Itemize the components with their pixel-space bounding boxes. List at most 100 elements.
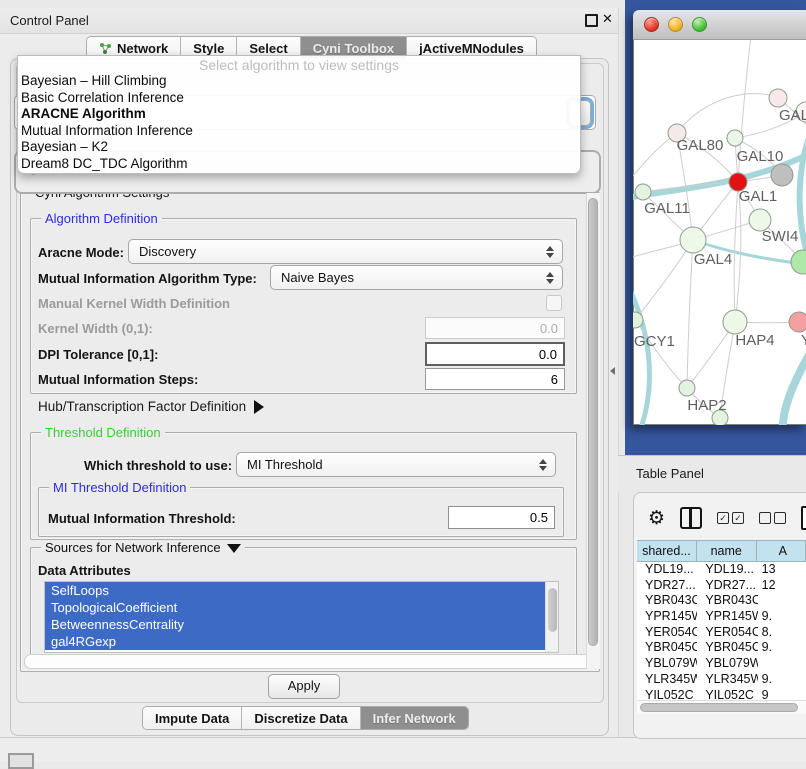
unchecked-box-icon	[774, 512, 786, 524]
data-attribute-item[interactable]: gal4RGexp	[45, 633, 545, 650]
column-header[interactable]: shared...	[637, 541, 697, 561]
network-node[interactable]	[791, 250, 806, 274]
sources-title-text: Sources for Network Inference	[45, 540, 221, 555]
mi-threshold-field[interactable]	[448, 506, 555, 529]
scrollbar-thumb[interactable]	[548, 588, 557, 632]
network-window-titlebar[interactable]	[633, 10, 806, 40]
table-cell: YBR045C	[697, 640, 757, 656]
table-row[interactable]: YDR27...YDR27...12	[637, 578, 806, 594]
network-edge[interactable]	[687, 240, 693, 388]
mi-steps-field[interactable]	[425, 368, 565, 390]
column-header[interactable]: A	[757, 541, 806, 561]
network-edge[interactable]	[635, 240, 693, 320]
network-edge[interactable]	[677, 93, 778, 133]
export-table-icon[interactable]	[801, 506, 806, 530]
hub-definition-toggle[interactable]: Hub/Transcription Factor Definition	[38, 399, 264, 414]
list-scrollbar[interactable]	[545, 582, 558, 652]
network-node[interactable]	[771, 164, 793, 186]
network-node[interactable]	[635, 184, 651, 200]
network-edge[interactable]	[633, 133, 677, 180]
data-attribute-item[interactable]: BetweennessCentrality	[45, 616, 545, 633]
table-row[interactable]: YBR043CYBR043C	[637, 593, 806, 609]
expanded-arrow-icon	[227, 544, 241, 553]
network-node[interactable]	[680, 227, 706, 253]
tab-label: Cyni Toolbox	[313, 41, 394, 56]
table-row[interactable]: YLR345WYLR345W9.	[637, 672, 806, 688]
algorithm-option[interactable]: Bayesian – Hill Climbing	[18, 73, 580, 90]
table-cell: YDL19...	[637, 562, 697, 578]
network-node[interactable]	[769, 89, 787, 107]
node-label: GAL1	[739, 188, 777, 205]
network-canvas[interactable]: GALGAL80GAL10GAL1GAL11SWI4GAL4GCY1HAP4YH…	[633, 40, 806, 425]
mi-threshold-label: Mutual Information Threshold:	[48, 511, 236, 526]
dpi-tolerance-field[interactable]	[425, 342, 565, 366]
table-cell: YLR345W	[637, 672, 697, 688]
table-row[interactable]: YBL079WYBL079W	[637, 656, 806, 672]
algorithm-option[interactable]: Mutual Information Inference	[18, 123, 580, 140]
table-row[interactable]: YIL052CYIL052C9	[637, 688, 806, 701]
mi-algorithm-type-label: Mutual Information Algorithm Type:	[38, 271, 257, 286]
table-cell: 8.	[758, 625, 806, 641]
table-row[interactable]: YBR045CYBR045C9.	[637, 640, 806, 656]
select-all-icon[interactable]: ✓ ✓	[717, 512, 744, 524]
panel-title: Control Panel	[10, 13, 89, 28]
settings-horizontal-scrollbar[interactable]	[24, 654, 596, 669]
scrollbar-thumb[interactable]	[640, 703, 798, 712]
table-horizontal-scrollbar[interactable]	[637, 700, 806, 714]
table-cell: YPR145W	[637, 609, 697, 625]
node-label: HAP2	[687, 397, 726, 414]
dropdown-item-list: Bayesian – Hill ClimbingBasic Correlatio…	[18, 73, 580, 172]
tab-impute-data[interactable]: Impute Data	[143, 707, 242, 729]
network-node[interactable]	[679, 380, 695, 396]
apply-button[interactable]: Apply	[268, 674, 340, 699]
data-attribute-item[interactable]: SelfLoops	[45, 582, 545, 599]
column-layout-icon[interactable]	[680, 507, 702, 529]
minimized-panel-icon[interactable]	[8, 753, 34, 769]
table-row[interactable]: YPR145WYPR145W9.	[637, 609, 806, 625]
sources-group-title[interactable]: Sources for Network Inference	[41, 540, 245, 555]
manual-kernel-width-checkbox[interactable]	[546, 295, 562, 311]
zoom-window-icon[interactable]	[692, 17, 707, 32]
splitpane-collapse-icon[interactable]	[610, 367, 615, 375]
which-threshold-select[interactable]: MI Threshold	[236, 452, 556, 477]
table-cell: YIL052C	[637, 688, 697, 701]
network-node[interactable]	[723, 310, 747, 334]
settings-vertical-scrollbar[interactable]	[586, 193, 600, 669]
network-edge[interactable]	[633, 288, 650, 425]
table-header-row: shared...nameA	[637, 540, 806, 562]
node-label: GAL11	[644, 200, 690, 217]
control-panel-titlebar	[0, 8, 618, 34]
network-edge[interactable]	[783, 338, 806, 425]
close-icon[interactable]: ✕	[602, 11, 613, 27]
cyni-mode-tabs: Impute Data Discretize DataInfer Network	[142, 706, 469, 730]
tab-label: Impute Data	[155, 711, 229, 726]
table-row[interactable]: YDL19...YDL19...13	[637, 562, 806, 578]
aracne-mode-select[interactable]: Discovery	[128, 239, 563, 264]
network-edge[interactable]	[800, 132, 806, 266]
network-node[interactable]	[789, 312, 806, 332]
table-cell: 12	[758, 578, 806, 594]
algorithm-option[interactable]: Basic Correlation Inference	[18, 90, 580, 107]
column-header[interactable]: name	[697, 541, 757, 561]
data-attribute-item[interactable]: TopologicalCoefficient	[45, 599, 545, 616]
algorithm-option[interactable]: Dream8 DC_TDC Algorithm	[18, 156, 580, 173]
table-cell: 9.	[758, 672, 806, 688]
gear-icon[interactable]: ⚙	[648, 509, 665, 528]
deselect-all-icon[interactable]	[759, 512, 786, 524]
data-attributes-list[interactable]: SelfLoopsTopologicalCoefficientBetweenne…	[44, 581, 559, 653]
table-cell: 9.	[758, 640, 806, 656]
tab-infer-network[interactable]: Infer Network	[361, 707, 468, 729]
node-label: GCY1	[634, 333, 675, 350]
tab-discretize-data[interactable]: Discretize Data	[242, 707, 360, 729]
table-cell: YDL19...	[697, 562, 757, 578]
table-row[interactable]: YER054CYER054C8.	[637, 625, 806, 641]
network-node[interactable]	[727, 130, 743, 146]
threshold-definition-title: Threshold Definition	[41, 425, 165, 440]
minimize-window-icon[interactable]	[668, 17, 683, 32]
scrollbar-thumb[interactable]	[588, 198, 598, 646]
mi-algorithm-type-select[interactable]: Naive Bayes	[270, 265, 563, 290]
algorithm-option[interactable]: ARACNE Algorithm	[18, 106, 580, 123]
close-window-icon[interactable]	[644, 17, 659, 32]
float-panel-icon[interactable]	[585, 14, 598, 27]
algorithm-option[interactable]: Bayesian – K2	[18, 139, 580, 156]
